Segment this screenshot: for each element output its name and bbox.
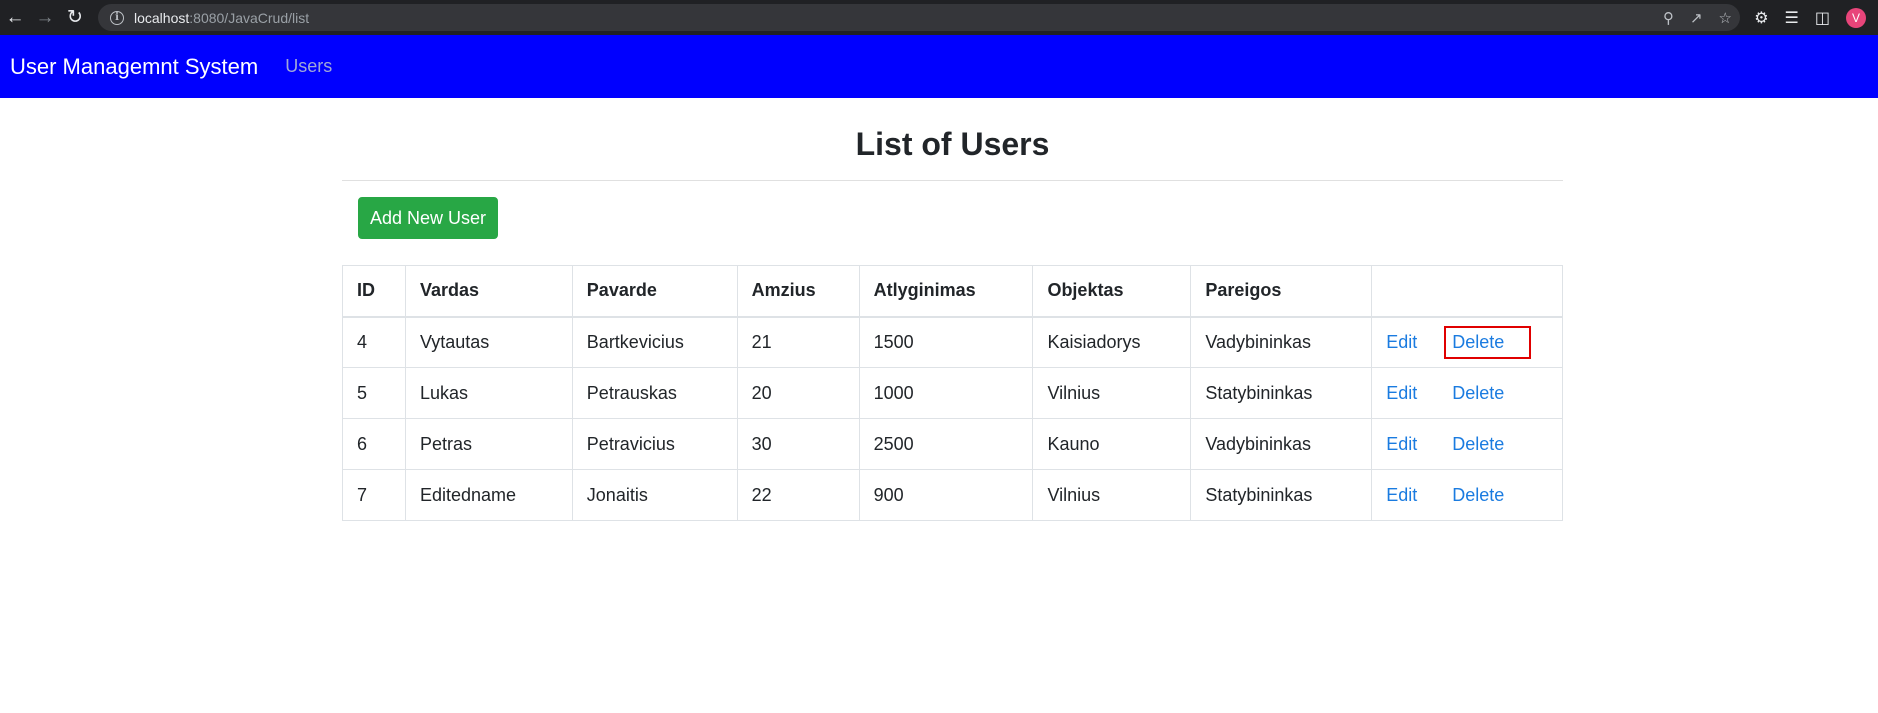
star-icon[interactable]: ☆	[1719, 9, 1732, 27]
table-row: 4 Vytautas Bartkevicius 21 1500 Kaisiado…	[342, 316, 1563, 368]
browser-toolbar: ← → ↻ i localhost:8080/JavaCrud/list ⚲ ↗…	[0, 0, 1878, 35]
cell-atlyginimas: 1500	[858, 316, 1034, 368]
cell-actions: Edit Delete	[1371, 469, 1563, 521]
table-header-row: ID Vardas Pavarde Amzius Atlyginimas Obj…	[342, 265, 1563, 318]
cell-vardas: Lukas	[404, 367, 573, 419]
cell-atlyginimas: 900	[858, 469, 1034, 521]
edit-link[interactable]: Edit	[1386, 332, 1417, 352]
cell-amzius: 22	[736, 469, 860, 521]
cell-id: 4	[342, 316, 406, 368]
back-arrow-icon[interactable]: ←	[0, 3, 30, 33]
cell-pareigos: Statybininkas	[1190, 367, 1373, 419]
cell-amzius: 21	[736, 316, 860, 368]
url-path: :8080/JavaCrud/list	[189, 9, 310, 26]
cell-pareigos: Vadybininkas	[1190, 418, 1373, 470]
header-actions	[1371, 265, 1563, 318]
profile-avatar[interactable]: V	[1846, 7, 1866, 28]
cell-pavarde: Petravicius	[571, 418, 738, 470]
cell-atlyginimas: 2500	[858, 418, 1034, 470]
table-row: 5 Lukas Petrauskas 20 1000 Vilnius Staty…	[342, 367, 1563, 419]
table-row: 6 Petras Petravicius 30 2500 Kauno Vadyb…	[342, 418, 1563, 470]
cell-id: 7	[342, 469, 406, 521]
cell-pavarde: Bartkevicius	[571, 316, 738, 368]
page-title: List of Users	[855, 126, 1050, 162]
brand-title[interactable]: User Managemnt System	[10, 54, 258, 80]
cell-vardas: Editedname	[404, 469, 573, 521]
cell-vardas: Vytautas	[404, 316, 573, 368]
table-row: 7 Editedname Jonaitis 22 900 Vilnius Sta…	[342, 469, 1563, 521]
cell-pareigos: Vadybininkas	[1190, 316, 1373, 368]
delete-link[interactable]: Delete	[1444, 325, 1532, 359]
cell-amzius: 20	[736, 367, 860, 419]
reading-list-icon[interactable]: ☰	[1785, 8, 1799, 28]
cell-pavarde: Petrauskas	[571, 367, 738, 419]
cell-objektas: Vilnius	[1032, 367, 1192, 419]
cell-actions: Edit Delete	[1371, 367, 1563, 419]
cell-actions: Edit Delete	[1371, 418, 1563, 470]
add-user-button[interactable]: Add New User	[358, 197, 498, 239]
delete-link[interactable]: Delete	[1452, 434, 1504, 454]
users-table: ID Vardas Pavarde Amzius Atlyginimas Obj…	[342, 265, 1563, 521]
cell-objektas: Kaisiadorys	[1032, 316, 1192, 368]
edit-link[interactable]: Edit	[1386, 485, 1417, 505]
delete-link[interactable]: Delete	[1452, 383, 1504, 403]
header-id: ID	[342, 265, 406, 318]
main-container: List of Users Add New User ID Vardas Pav…	[342, 98, 1563, 521]
cell-objektas: Kauno	[1032, 418, 1192, 470]
cell-actions: Edit Delete	[1371, 316, 1563, 368]
share-icon[interactable]: ↗	[1690, 9, 1703, 27]
divider	[342, 180, 1563, 181]
header-pavarde: Pavarde	[571, 265, 738, 318]
edit-link[interactable]: Edit	[1386, 383, 1417, 403]
cell-objektas: Vilnius	[1032, 469, 1192, 521]
cell-pareigos: Statybininkas	[1190, 469, 1373, 521]
header-amzius: Amzius	[736, 265, 860, 318]
cell-id: 5	[342, 367, 406, 419]
delete-link[interactable]: Delete	[1452, 485, 1504, 505]
header-objektas: Objektas	[1032, 265, 1192, 318]
edit-link[interactable]: Edit	[1386, 434, 1417, 454]
header-vardas: Vardas	[404, 265, 573, 318]
info-icon[interactable]: i	[110, 10, 124, 25]
app-navbar: User Managemnt System Users	[0, 35, 1878, 98]
cell-vardas: Petras	[404, 418, 573, 470]
header-atlyginimas: Atlyginimas	[858, 265, 1034, 318]
side-panel-icon[interactable]: ◫	[1815, 8, 1830, 28]
puzzle-icon[interactable]: ⚙	[1754, 8, 1768, 28]
cell-id: 6	[342, 418, 406, 470]
address-bar[interactable]: i localhost:8080/JavaCrud/list ⚲ ↗ ☆	[98, 4, 1740, 31]
cell-amzius: 30	[736, 418, 860, 470]
header-pareigos: Pareigos	[1190, 265, 1373, 318]
forward-arrow-icon[interactable]: →	[30, 3, 60, 33]
cell-pavarde: Jonaitis	[571, 469, 738, 521]
cell-atlyginimas: 1000	[858, 367, 1034, 419]
url-host: localhost	[134, 9, 190, 26]
zoom-icon[interactable]: ⚲	[1663, 9, 1674, 27]
nav-link-users[interactable]: Users	[285, 56, 332, 77]
reload-icon[interactable]: ↻	[60, 3, 90, 33]
